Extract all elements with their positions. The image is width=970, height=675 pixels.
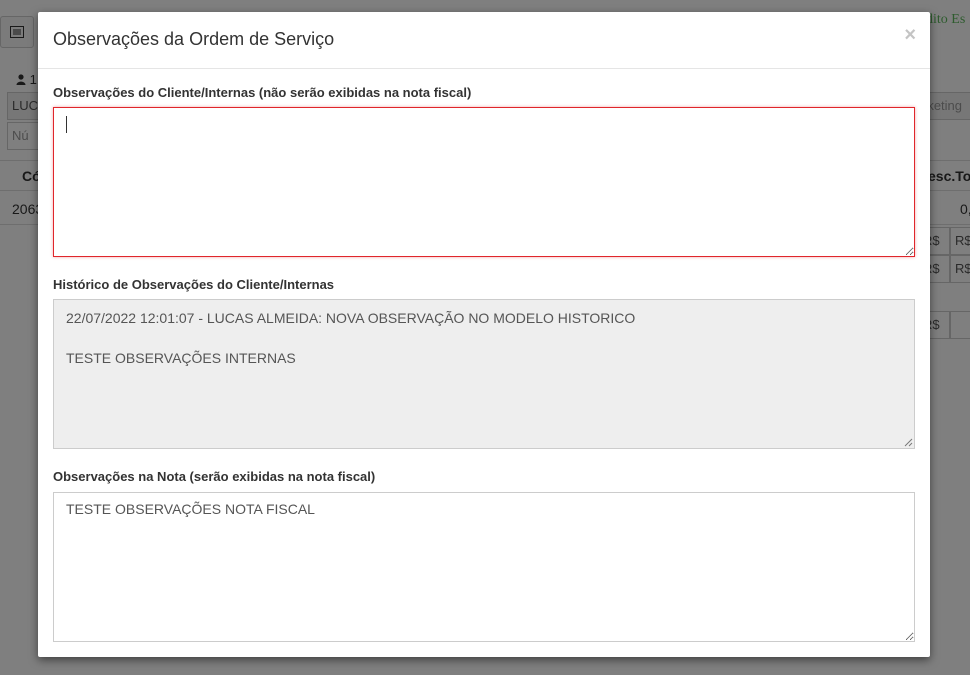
modal-header: Observações da Ordem de Serviço × (38, 12, 930, 69)
invoice-observations-label: Observações na Nota (serão exibidas na n… (53, 469, 376, 484)
invoice-observations-textarea[interactable]: TESTE OBSERVAÇÕES NOTA FISCAL (53, 492, 915, 642)
resize-grip-icon[interactable] (904, 438, 913, 447)
client-observations-label: Observações do Cliente/Internas (não ser… (53, 85, 472, 100)
client-observations-textarea[interactable] (53, 107, 915, 257)
history-text: 22/07/2022 12:01:07 - LUCAS ALMEIDA: NOV… (66, 310, 636, 366)
observations-modal: Observações da Ordem de Serviço × Observ… (38, 12, 930, 657)
close-button[interactable]: × (904, 25, 916, 45)
modal-title: Observações da Ordem de Serviço (53, 29, 335, 49)
history-textarea: 22/07/2022 12:01:07 - LUCAS ALMEIDA: NOV… (53, 299, 915, 449)
text-cursor (66, 116, 67, 133)
history-label: Histórico de Observações do Cliente/Inte… (53, 277, 335, 292)
